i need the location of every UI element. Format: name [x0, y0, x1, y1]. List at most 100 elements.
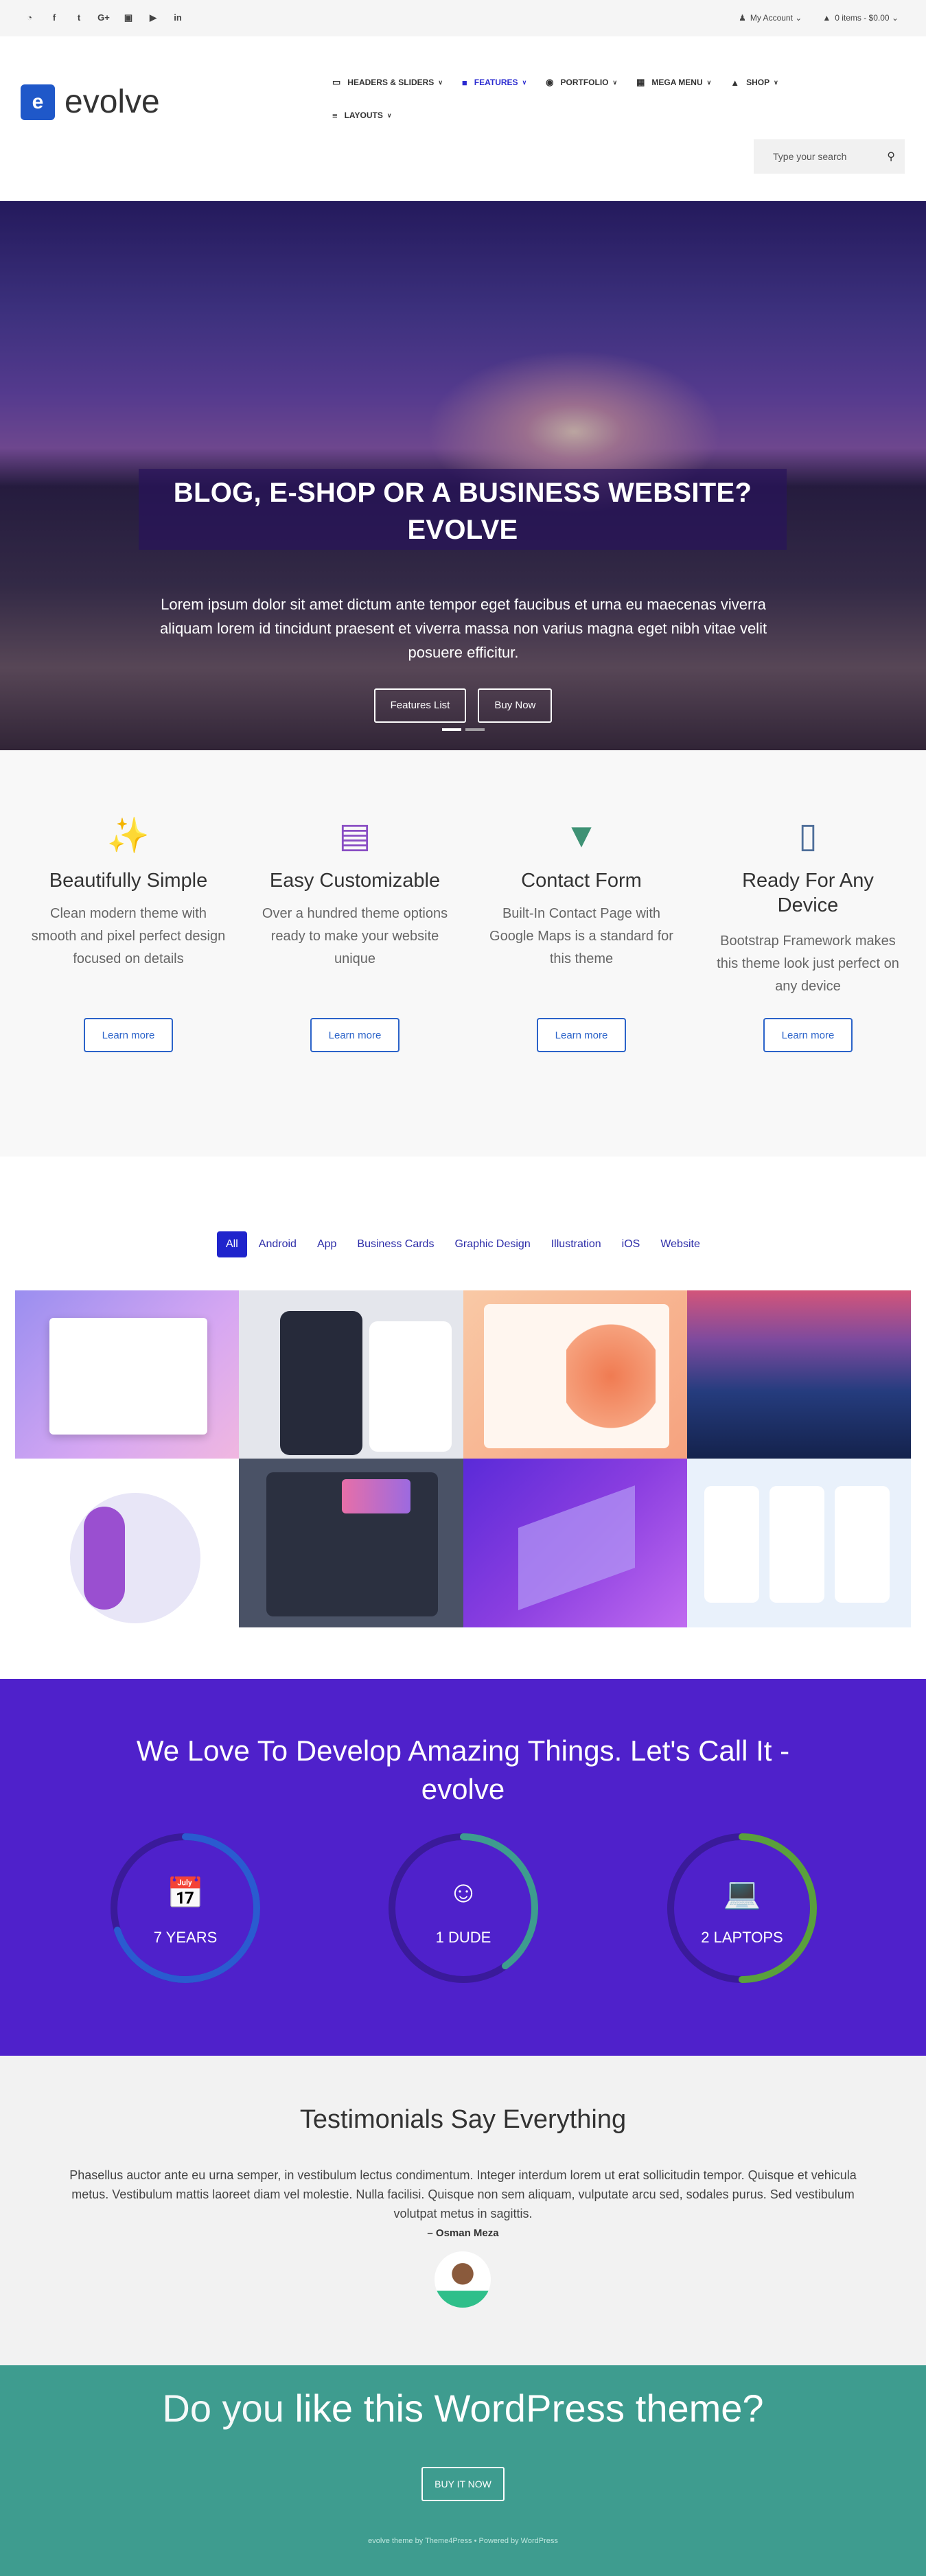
portfolio-item[interactable] — [15, 1290, 240, 1459]
user-icon: ♟ — [739, 13, 746, 23]
cart-menu[interactable]: ▲ 0 items - $0.00 ⌄ — [822, 10, 899, 26]
search-box: ⚲ — [754, 139, 905, 174]
evolve-logo-icon: e — [21, 84, 55, 120]
camera-icon: ◉ — [546, 77, 554, 87]
facebook-icon[interactable]: f — [47, 10, 62, 26]
nav-item-mega-menu[interactable]: ▦ Mega Menu ∨ — [636, 72, 711, 93]
slider-dots — [0, 728, 926, 731]
counter-2: ☺ 1 DUDE — [388, 1833, 539, 1984]
bag-icon: ▲ — [730, 77, 740, 88]
chevron-down-icon: ∨ — [522, 78, 527, 86]
chevron-down-icon: ∨ — [612, 78, 618, 86]
counter-1: 📅 7 YEARS — [110, 1833, 261, 1984]
feature-title: Contact Form — [521, 870, 642, 892]
my-account-menu[interactable]: ♟ My Account ⌄ — [739, 10, 802, 26]
learn-more-button[interactable]: Learn more — [763, 1018, 853, 1052]
monitor-icon: ▭ — [332, 77, 341, 87]
map-marker-icon: ▼ — [564, 816, 599, 855]
footer-credits: evolve theme by Theme4Press • Powered by… — [368, 2537, 558, 2545]
cta-title: Do you like this WordPress theme? — [162, 2387, 764, 2430]
feature-title: Easy Customizable — [269, 870, 441, 892]
learn-more-button[interactable]: Learn more — [310, 1018, 400, 1052]
bag-icon: ▲ — [822, 13, 831, 23]
grid-icon: ▦ — [636, 77, 645, 87]
nav-item-portfolio[interactable]: ◉ Portfolio ∨ — [546, 72, 617, 93]
slide-dot[interactable] — [441, 728, 461, 731]
search-icon[interactable]: ⚲ — [887, 150, 895, 163]
portfolio-grid — [15, 1290, 911, 1627]
learn-more-button[interactable]: Learn more — [84, 1018, 173, 1052]
testimonial-quote: Phasellus auctor ante eu urna semper, in… — [69, 2168, 857, 2220]
nav-item-headers-sliders[interactable]: ▭ Headers & Sliders ∨ — [332, 72, 443, 93]
magic-wand-icon: ✨ — [106, 816, 150, 855]
portfolio-item[interactable] — [239, 1290, 463, 1459]
features-section: ✨ Beautifully Simple Clean modern theme wi… — [0, 750, 926, 1157]
chevron-down-icon: ⌄ — [891, 13, 899, 23]
filter-website[interactable]: Website — [651, 1231, 709, 1257]
chevron-down-icon: ∨ — [438, 78, 443, 86]
feature-text: Clean modern theme with smooth and pixel… — [31, 906, 226, 966]
rss-icon[interactable]: ◔ — [22, 10, 37, 26]
buy-it-now-button[interactable]: BUY IT NOW — [421, 2467, 505, 2501]
filter-all[interactable]: All — [217, 1231, 247, 1257]
nav-item-shop[interactable]: ▲ Shop ∨ — [730, 72, 778, 93]
book-icon: ■ — [461, 77, 467, 88]
hero-title: BLOG, E-SHOP OR A BUSINESS WEBSITE? EVOL… — [173, 478, 752, 545]
instagram-icon[interactable]: ▣ — [121, 10, 136, 26]
portfolio-item[interactable] — [686, 1459, 911, 1627]
feature-text: Over a hundred theme options ready to ma… — [262, 906, 448, 966]
learn-more-button[interactable]: Learn more — [537, 1018, 626, 1052]
testimonials-title: Testimonials Say Everything — [299, 2105, 627, 2134]
nav-item-features[interactable]: ■ Features ∨ — [462, 72, 526, 93]
google-plus-icon[interactable]: G+ — [96, 10, 111, 26]
testimonial-author: – Osman Meza — [427, 2227, 499, 2239]
portfolio-item[interactable] — [686, 1290, 911, 1459]
social-links: ◔ f t G+ ▣ ▶ in — [22, 10, 185, 26]
features-list-button[interactable]: Features List — [373, 688, 467, 723]
chevron-down-icon: ⌄ — [795, 13, 802, 23]
hero-text: Lorem ipsum dolor sit amet dictum ante t… — [159, 596, 767, 661]
twitter-icon[interactable]: t — [71, 10, 86, 26]
filter-business-cards[interactable]: Business Cards — [348, 1231, 443, 1257]
filter-ios[interactable]: iOS — [613, 1231, 649, 1257]
chevron-down-icon: ∨ — [706, 78, 712, 86]
feature-text: Bootstrap Framework makes this theme loo… — [717, 933, 899, 994]
avatar — [435, 2251, 491, 2308]
counter-label: 7 YEARS — [153, 1929, 218, 1946]
portfolio-filters: All Android App Business Cards Graphic Desig… — [217, 1231, 709, 1257]
slide-dot[interactable] — [465, 728, 485, 731]
smile-icon: ☺ — [448, 1875, 479, 1909]
feature-text: Built-In Contact Page with Google Maps i… — [489, 906, 673, 966]
filter-android[interactable]: Android — [250, 1231, 305, 1257]
main-nav: ▭ Headers & Sliders ∨ ■ Features ∨ ◉ Portfolio ∨… — [332, 72, 854, 126]
sliders-icon: ≡ — [332, 110, 338, 121]
linkedin-icon[interactable]: in — [170, 10, 185, 26]
filter-illustration[interactable]: Illustration — [542, 1231, 610, 1257]
hero-slider: BLOG, E-SHOP OR A BUSINESS WEBSITE? EVOL… — [0, 201, 926, 750]
counter-label: 2 LAPTOPS — [701, 1929, 783, 1946]
toolbox-icon: ▤ — [338, 816, 371, 855]
feature-title: Ready For Any Device — [742, 870, 874, 916]
counter-label: 1 DUDE — [435, 1929, 491, 1946]
logo[interactable]: e evolve — [21, 83, 160, 121]
tablet-icon: ▯ — [798, 816, 818, 855]
counters-section: We Love To Develop Amazing Things. Let's… — [0, 1679, 926, 2056]
site-header: e evolve ▭ Headers & Sliders ∨ ■ Features ∨ ◉ P… — [0, 36, 926, 201]
filter-app[interactable]: App — [308, 1231, 345, 1257]
portfolio-item[interactable] — [463, 1290, 687, 1459]
laptop-icon: 💻 — [723, 1877, 761, 1910]
chevron-down-icon: ∨ — [774, 78, 778, 86]
search-input[interactable] — [773, 151, 876, 162]
youtube-icon[interactable]: ▶ — [146, 10, 161, 26]
chevron-down-icon: ∨ — [386, 111, 392, 119]
portfolio-item[interactable] — [239, 1459, 463, 1627]
portfolio-item[interactable] — [463, 1459, 687, 1627]
testimonials-section: Testimonials Say Everything Phasellus au… — [0, 2056, 926, 2365]
nav-item-layouts[interactable]: ≡ Layouts ∨ — [332, 105, 391, 126]
counter-3: 💻 2 LAPTOPS — [667, 1833, 818, 1984]
filter-graphic-design[interactable]: Graphic Design — [445, 1231, 539, 1257]
cta-section: Do you like this WordPress theme? BUY IT… — [0, 2365, 926, 2576]
portfolio-item[interactable] — [15, 1459, 240, 1627]
buy-now-button[interactable]: Buy Now — [478, 688, 553, 723]
top-bar: ◔ f t G+ ▣ ▶ in ♟ My Account ⌄ ▲ 0 items - $0.00… — [0, 0, 926, 36]
